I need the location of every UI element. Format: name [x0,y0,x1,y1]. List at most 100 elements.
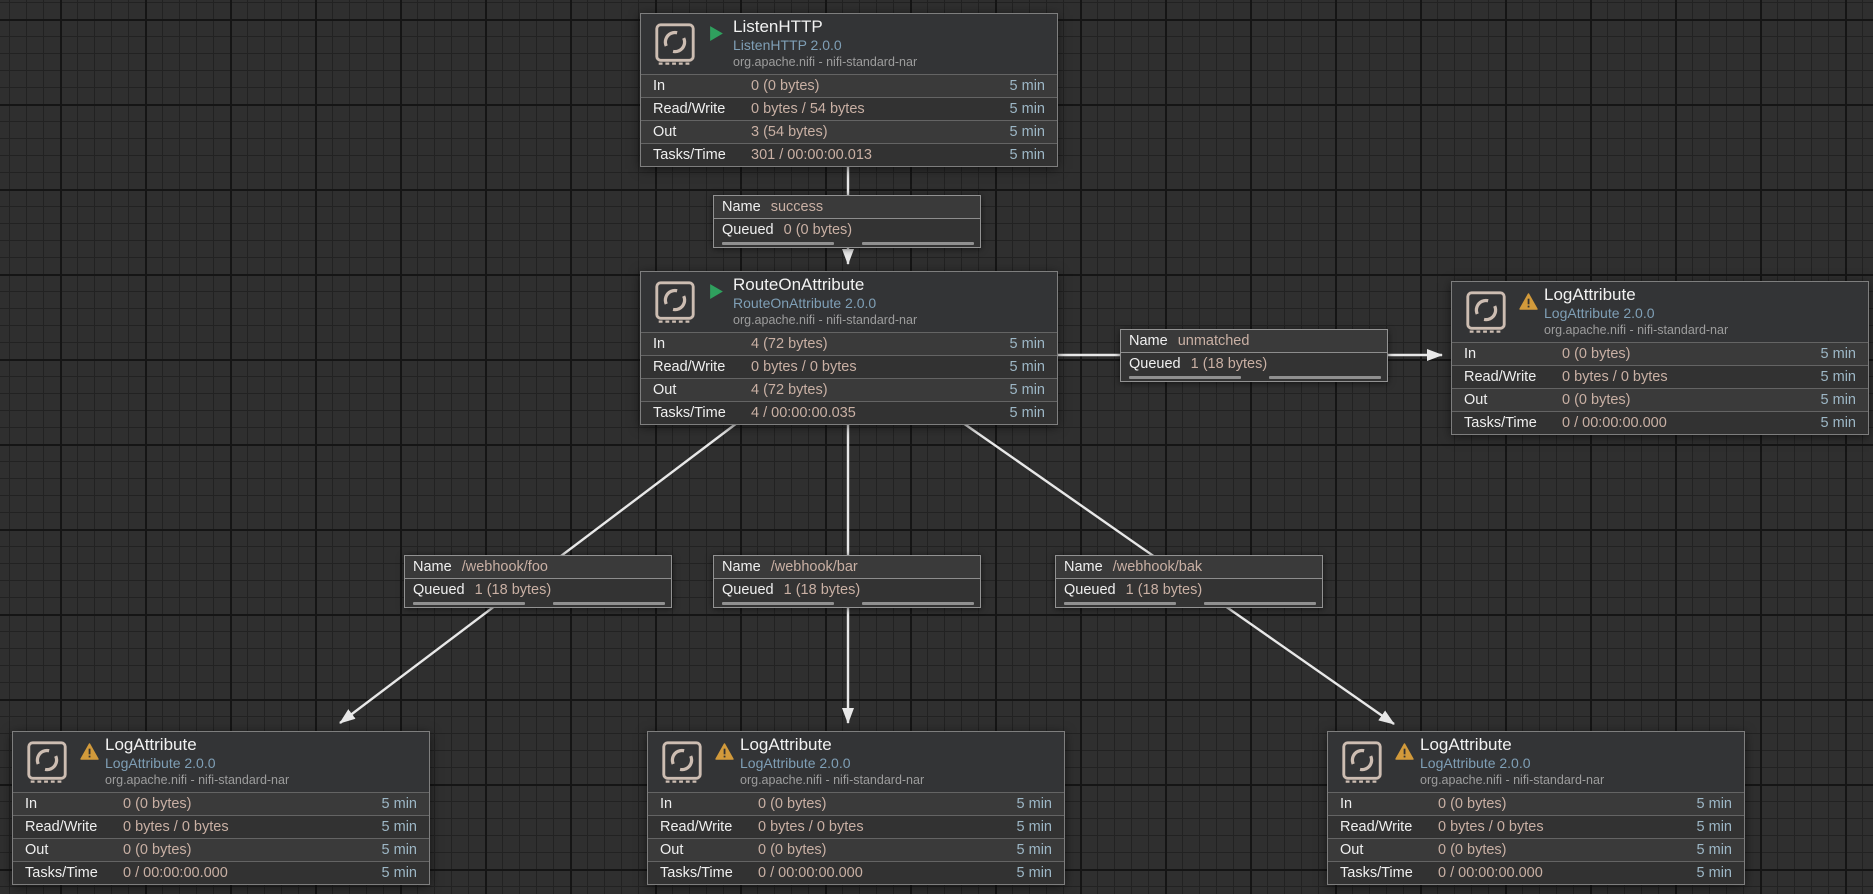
stat-label: Read/Write [25,819,123,835]
stat-window: 5 min [382,842,417,858]
stat-row-in: In0 (0 bytes)5 min [1452,342,1868,365]
processor-routeonattribute[interactable]: RouteOnAttribute RouteOnAttribute 2.0.0 … [640,271,1058,425]
stat-value: 0 / 00:00:00.000 [123,865,382,881]
stat-row-tasks-time: Tasks/Time0 / 00:00:00.0005 min [648,861,1064,884]
connection-label-webhook-bar[interactable]: Name /webhook/bar Queued 1 (18 bytes) [713,555,981,608]
queue-count-bar [722,242,834,245]
stat-label: In [25,796,123,812]
invalid-warning-icon [1395,743,1414,765]
stat-window: 5 min [1010,147,1045,163]
processor-logattribute-bak[interactable]: LogAttribute LogAttribute 2.0.0 org.apac… [1327,731,1745,885]
stat-window: 5 min [1697,865,1732,881]
queued-key: Queued [722,582,774,598]
stat-row-readwrite: Read/Write0 bytes / 0 bytes5 min [641,355,1057,378]
stat-label: Out [1340,842,1438,858]
processor-logattribute-bar[interactable]: LogAttribute LogAttribute 2.0.0 org.apac… [647,731,1065,885]
stat-row-tasks-time: Tasks/Time4 / 00:00:00.0355 min [641,401,1057,424]
queue-percent-bars [714,601,980,607]
stat-row-in: In0 (0 bytes)5 min [13,792,429,815]
stat-window: 5 min [1821,392,1856,408]
stat-value: 301 / 00:00:00.013 [751,147,1010,163]
stat-label: Out [1464,392,1562,408]
processor-header: LogAttribute LogAttribute 2.0.0 org.apac… [1328,732,1744,792]
processor-bundle: org.apache.nifi - nifi-standard-nar [740,772,1058,788]
processor-name: LogAttribute [1544,285,1862,305]
stat-window: 5 min [382,865,417,881]
processor-icon [1463,289,1509,340]
stat-value: 0 / 00:00:00.000 [1438,865,1697,881]
queue-count-bar [1129,376,1241,379]
processor-header: LogAttribute LogAttribute 2.0.0 org.apac… [1452,282,1868,342]
queue-percent-bars [405,601,671,607]
processor-icon [1339,739,1385,790]
stat-label: Tasks/Time [653,405,751,421]
stat-value: 0 (0 bytes) [1438,842,1697,858]
processor-bundle: org.apache.nifi - nifi-standard-nar [733,54,1051,70]
stat-label: In [1340,796,1438,812]
connection-queued-value: 1 (18 bytes) [1126,582,1203,598]
connection-queued-row: Queued 0 (0 bytes) [714,219,980,241]
connection-name-row: Name /webhook/foo [405,556,671,579]
stat-window: 5 min [1697,819,1732,835]
queued-key: Queued [413,582,465,598]
stat-label: Read/Write [1464,369,1562,385]
processor-logattribute-unmatched[interactable]: LogAttribute LogAttribute 2.0.0 org.apac… [1451,281,1869,435]
name-key: Name [722,199,761,215]
connection-name-value: success [771,199,823,215]
stat-value: 0 (0 bytes) [123,842,382,858]
stat-label: Tasks/Time [1464,415,1562,431]
stat-value: 0 bytes / 54 bytes [751,101,1010,117]
queue-size-bar [1204,602,1316,605]
invalid-warning-icon [80,743,99,765]
connection-label-webhook-foo[interactable]: Name /webhook/foo Queued 1 (18 bytes) [404,555,672,608]
processor-logattribute-foo[interactable]: LogAttribute LogAttribute 2.0.0 org.apac… [12,731,430,885]
connection-queued-row: Queued 1 (18 bytes) [714,579,980,601]
stat-window: 5 min [1697,796,1732,812]
run-status-running-icon [708,283,725,305]
stat-row-readwrite: Read/Write0 bytes / 0 bytes5 min [1328,815,1744,838]
invalid-warning-icon [715,743,734,765]
processor-icon [659,739,705,790]
processor-listenhttp[interactable]: ListenHTTP ListenHTTP 2.0.0 org.apache.n… [640,13,1058,167]
invalid-warning-icon [1519,293,1538,315]
stat-label: Out [653,382,751,398]
stat-label: Tasks/Time [660,865,758,881]
stat-value: 0 (0 bytes) [751,78,1010,94]
stat-row-readwrite: Read/Write0 bytes / 0 bytes5 min [13,815,429,838]
connection-label-success[interactable]: Name success Queued 0 (0 bytes) [713,195,981,248]
queue-percent-bars [1121,375,1387,381]
stat-window: 5 min [1697,842,1732,858]
connection-name-row: Name unmatched [1121,330,1387,353]
connection-label-webhook-bak[interactable]: Name /webhook/bak Queued 1 (18 bytes) [1055,555,1323,608]
stat-row-in: In4 (72 bytes)5 min [641,332,1057,355]
connection-queued-value: 1 (18 bytes) [1191,356,1268,372]
processor-type-version: RouteOnAttribute 2.0.0 [733,295,1051,312]
queued-key: Queued [722,222,774,238]
stat-window: 5 min [1010,101,1045,117]
stat-row-out: Out0 (0 bytes)5 min [1452,388,1868,411]
connection-queued-value: 1 (18 bytes) [475,582,552,598]
connection-name-value: unmatched [1178,333,1250,349]
processor-type-version: LogAttribute 2.0.0 [740,755,1058,772]
stat-row-out: Out4 (72 bytes)5 min [641,378,1057,401]
processor-bundle: org.apache.nifi - nifi-standard-nar [1544,322,1862,338]
stat-label: Read/Write [653,101,751,117]
queue-count-bar [1064,602,1176,605]
processor-name: RouteOnAttribute [733,275,1051,295]
connection-label-unmatched[interactable]: Name unmatched Queued 1 (18 bytes) [1120,329,1388,382]
stat-window: 5 min [1821,369,1856,385]
queue-percent-bars [1056,601,1322,607]
stat-value: 0 (0 bytes) [758,796,1017,812]
flow-canvas[interactable]: Name success Queued 0 (0 bytes) Name unm… [0,0,1873,894]
stat-value: 0 (0 bytes) [123,796,382,812]
queued-key: Queued [1129,356,1181,372]
processor-icon [652,279,698,330]
stat-row-readwrite: Read/Write0 bytes / 54 bytes5 min [641,97,1057,120]
stat-window: 5 min [1017,796,1052,812]
stat-label: Out [660,842,758,858]
connection-name-row: Name /webhook/bak [1056,556,1322,579]
queue-size-bar [1269,376,1381,379]
stat-window: 5 min [1017,842,1052,858]
connection-name-value: /webhook/bak [1113,559,1202,575]
processor-icon [24,739,70,790]
